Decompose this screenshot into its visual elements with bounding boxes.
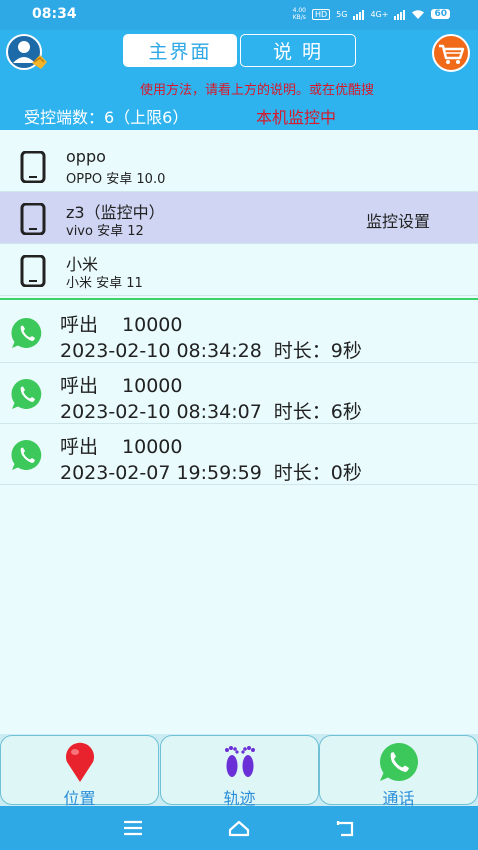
menu-icon[interactable] (121, 816, 145, 840)
device-info: 小米 安卓 11 (66, 276, 143, 291)
controlled-count: 受控端数：6（上限6） (24, 108, 189, 127)
signal-icon (353, 9, 365, 20)
device-info: vivo 安卓 12 (66, 224, 144, 239)
system-nav-bar (0, 806, 478, 850)
status-icons: 4.00 KB/s HD 5G 4G+ 60 (293, 7, 450, 21)
call-type: 呼出 (60, 375, 99, 397)
tab-main[interactable]: 主界面 (123, 34, 237, 67)
call-datetime: 2023-02-10 08:34:28 (60, 340, 262, 362)
device-item-oppo[interactable]: oppo OPPO 安卓 10.0 (0, 140, 478, 192)
track-button[interactable]: 轨迹 (160, 735, 319, 808)
device-name: oppo (66, 147, 106, 166)
call-number: 10000 (122, 314, 183, 336)
device-info: OPPO 安卓 10.0 (66, 172, 166, 187)
phone-icon (20, 151, 46, 183)
sim2-label: 4G+ (370, 9, 389, 19)
phone-icon (20, 203, 46, 235)
call-duration: 时长：6秒 (273, 401, 362, 423)
wifi-icon (412, 9, 425, 19)
status-time: 08:34 (32, 6, 77, 22)
section-divider (0, 298, 478, 300)
whatsapp-icon (11, 317, 42, 348)
monitor-settings-button[interactable]: 监控设置 (366, 208, 430, 232)
device-item-xiaomi[interactable]: 小米 小米 安卓 11 (0, 244, 478, 296)
usage-notice: 使用方法，请看上方的说明。或在优酷搜 (140, 83, 375, 98)
shopping-cart-icon[interactable] (429, 34, 473, 72)
status-bar: 08:34 4.00 KB/s HD 5G 4G+ 60 (0, 0, 478, 30)
tab-instructions[interactable]: 说 明 (240, 34, 356, 67)
signal-icon-2 (394, 9, 406, 20)
location-pin-icon (65, 742, 94, 782)
call-datetime: 2023-02-10 08:34:07 (60, 401, 262, 423)
net-speed: 4.00 KB/s (292, 7, 306, 21)
whatsapp-icon (11, 439, 42, 470)
bottom-toolbar: 位置 轨迹 通话 (0, 734, 478, 808)
home-icon[interactable] (227, 816, 251, 840)
call-type: 呼出 (60, 314, 99, 336)
call-log-item[interactable]: 呼出 10000 2023-02-10 08:34:28 时长：9秒 (0, 302, 478, 363)
device-item-z3[interactable]: z3（监控中） vivo 安卓 12 监控设置 (0, 192, 478, 244)
battery-icon: 60 (431, 9, 450, 19)
hd-badge: HD (311, 8, 331, 20)
main-tabs: 主界面 说 明 (123, 34, 356, 67)
call-log-list: 呼出 10000 2023-02-10 08:34:28 时长：9秒 呼出 10000… (0, 302, 478, 485)
call-log-item[interactable]: 呼出 10000 2023-02-07 19:59:59 时长：0秒 (0, 424, 478, 485)
location-button[interactable]: 位置 (0, 735, 159, 808)
call-button[interactable]: 通话 (319, 735, 478, 808)
user-avatar-icon[interactable] (4, 33, 48, 71)
whatsapp-call-icon (379, 743, 418, 781)
call-datetime: 2023-02-07 19:59:59 (60, 462, 262, 484)
call-duration: 时长：9秒 (273, 340, 362, 362)
app-header: 主界面 说 明 使用方法，请看上方的说明。或在优酷搜 受控端数：6（上限6） 本… (0, 30, 478, 130)
monitoring-status: 本机监控中 (256, 108, 337, 127)
phone-icon (20, 255, 46, 287)
whatsapp-icon (11, 378, 42, 409)
call-log-item[interactable]: 呼出 10000 2023-02-10 08:34:07 时长：6秒 (0, 363, 478, 424)
footprints-icon (224, 746, 255, 777)
call-duration: 时长：0秒 (273, 462, 362, 484)
call-type: 呼出 (60, 436, 99, 458)
back-icon[interactable] (333, 816, 357, 840)
sim1-label: 5G (336, 9, 348, 19)
device-list: oppo OPPO 安卓 10.0 z3（监控中） vivo 安卓 12 监控设… (0, 140, 478, 296)
call-number: 10000 (122, 375, 183, 397)
call-number: 10000 (122, 436, 183, 458)
